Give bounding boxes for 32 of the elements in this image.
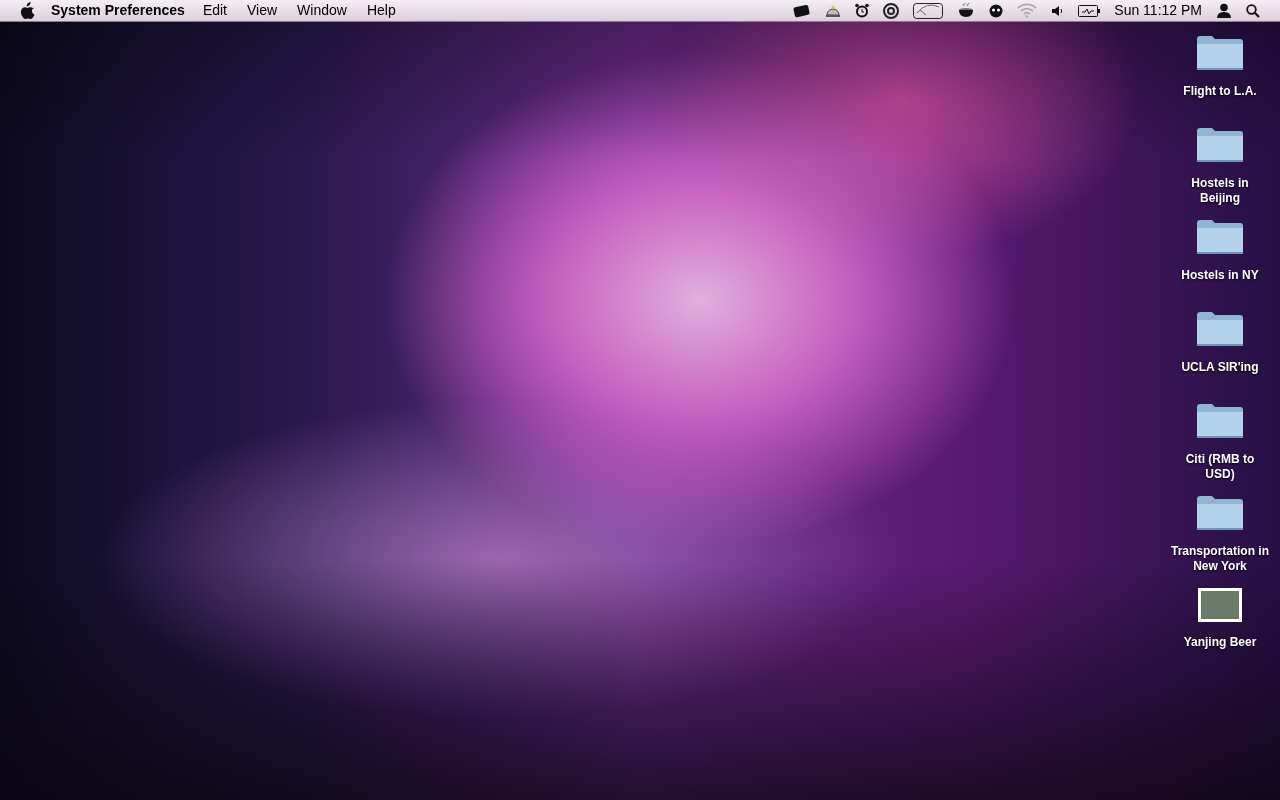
menu-item[interactable]: Help	[366, 0, 396, 21]
folder-icon[interactable]	[1196, 127, 1244, 163]
gauge-icon[interactable]	[913, 2, 944, 19]
apple-logo-icon[interactable]	[20, 2, 35, 19]
target-icon[interactable]	[883, 2, 900, 19]
photo-thumbnail[interactable]	[1198, 588, 1242, 622]
menu-item[interactable]: Edit	[202, 0, 227, 21]
user-icon[interactable]	[1216, 3, 1232, 18]
folder-icon[interactable]	[1196, 311, 1244, 347]
menu-item[interactable]: View	[247, 0, 278, 21]
folder-icon[interactable]	[1196, 495, 1244, 531]
tablet-icon[interactable]	[793, 2, 812, 19]
file-label[interactable]: Hostels in Beijing	[1170, 176, 1270, 206]
file-label[interactable]: Hostels in NY	[1170, 268, 1270, 283]
app-menu[interactable]: System Preferences	[51, 0, 185, 21]
folder-icon[interactable]	[1196, 35, 1244, 71]
file-label[interactable]: Citi (RMB to USD)	[1170, 452, 1270, 482]
coffee-cup-icon[interactable]	[957, 2, 976, 19]
alarm-clock-icon[interactable]	[855, 3, 870, 18]
folder-icon[interactable]	[1196, 219, 1244, 255]
battery-icon[interactable]	[1078, 3, 1101, 18]
folder-icon[interactable]	[1196, 403, 1244, 439]
search-icon[interactable]	[1246, 3, 1260, 18]
file-label[interactable]: Yanjing Beer	[1170, 635, 1270, 650]
file-label[interactable]: Flight to L.A.	[1170, 84, 1270, 99]
file-label[interactable]: UCLA SIR'ing	[1170, 360, 1270, 375]
dome-icon[interactable]	[825, 3, 842, 18]
menu-item[interactable]: Window	[297, 0, 347, 21]
face-icon[interactable]	[989, 3, 1004, 18]
file-label[interactable]: Transportation in New York	[1170, 544, 1270, 574]
speaker-icon[interactable]	[1051, 4, 1065, 17]
menu-bar-clock[interactable]: Sun 11:12 PM	[1114, 0, 1202, 21]
